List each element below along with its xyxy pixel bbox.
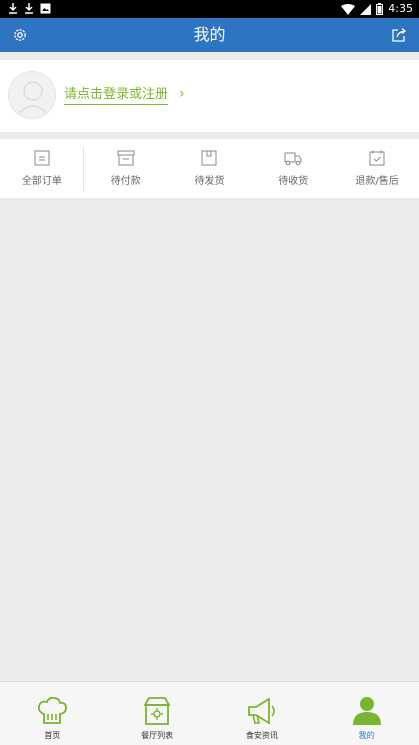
nav-label: 食安资讯 bbox=[245, 731, 278, 740]
order-label: 待发货 bbox=[194, 176, 225, 187]
page-title: 我的 bbox=[193, 25, 226, 44]
download-icon bbox=[25, 3, 33, 14]
bottom-nav: 首页 餐厅列表 食安资讯 我的 bbox=[0, 681, 419, 745]
order-pending-shipment[interactable]: 待发货 bbox=[168, 139, 252, 198]
status-right: 4:35 bbox=[341, 2, 413, 16]
order-label: 待收货 bbox=[278, 176, 309, 187]
megaphone-icon bbox=[247, 697, 275, 725]
order-pending-payment[interactable]: 待付款 bbox=[84, 139, 168, 198]
user-icon bbox=[352, 697, 381, 725]
nav-label: 我的 bbox=[358, 731, 375, 740]
share-icon bbox=[392, 28, 407, 42]
login-register-link[interactable]: 请点击登录或注册 bbox=[64, 87, 169, 105]
share-button[interactable] bbox=[389, 25, 409, 45]
nav-label: 餐厅列表 bbox=[141, 731, 174, 740]
truck-icon bbox=[284, 152, 302, 166]
order-refund[interactable]: 退款/售后 bbox=[335, 139, 419, 198]
avatar[interactable] bbox=[8, 71, 56, 119]
order-label: 退款/售后 bbox=[355, 176, 399, 187]
wifi-icon bbox=[341, 3, 356, 15]
download-icon bbox=[9, 3, 17, 14]
status-time: 4:35 bbox=[388, 2, 413, 15]
all-orders-icon bbox=[34, 150, 50, 166]
user-placeholder-icon bbox=[16, 81, 50, 117]
orders-bar: 全部订单 待付款 待发货 待收货 退款/售后 bbox=[0, 139, 419, 198]
order-pending-receipt[interactable]: 待收货 bbox=[251, 139, 335, 198]
app-bar: 我的 bbox=[0, 18, 419, 52]
calendar-check-icon bbox=[369, 150, 385, 166]
battery-icon bbox=[376, 3, 384, 15]
order-all[interactable]: 全部订单 bbox=[0, 139, 84, 198]
order-label: 全部订单 bbox=[21, 176, 62, 187]
nav-mine[interactable]: 我的 bbox=[314, 682, 419, 745]
nav-restaurants[interactable]: 餐厅列表 bbox=[105, 682, 210, 745]
login-card[interactable]: 请点击登录或注册 › bbox=[0, 60, 419, 132]
status-bar: 4:35 bbox=[0, 0, 419, 18]
package-icon bbox=[201, 150, 217, 166]
nav-news[interactable]: 食安资讯 bbox=[210, 682, 315, 745]
restaurant-icon bbox=[143, 697, 171, 725]
status-left bbox=[8, 2, 51, 14]
chef-hat-icon bbox=[38, 696, 68, 724]
order-label: 待付款 bbox=[110, 176, 141, 187]
image-notification-icon bbox=[40, 3, 51, 13]
nav-home[interactable]: 首页 bbox=[0, 682, 105, 745]
wallet-icon bbox=[117, 150, 135, 166]
signal-icon bbox=[360, 3, 372, 15]
chevron-right-icon: › bbox=[179, 86, 185, 102]
nav-label: 首页 bbox=[44, 731, 61, 740]
